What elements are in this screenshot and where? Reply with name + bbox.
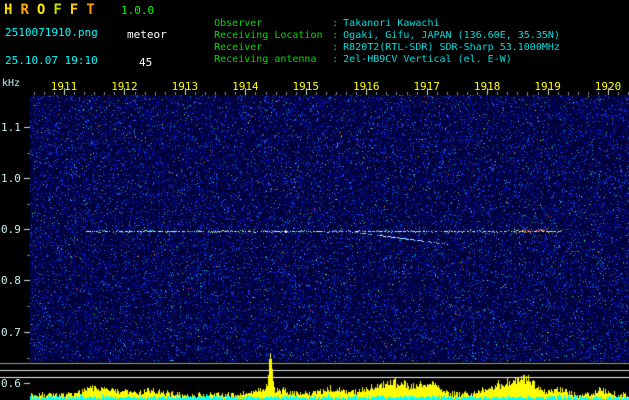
- time-label: 1917: [413, 80, 440, 93]
- echo-count: 45: [139, 56, 153, 69]
- app-title-letter: T: [86, 2, 95, 18]
- observation-datetime: 25.10.07 19:10: [5, 54, 98, 67]
- time-label: 1916: [353, 80, 380, 93]
- spectrogram-canvas: [0, 75, 629, 400]
- time-label: 1915: [292, 80, 320, 93]
- time-label: 1912: [111, 80, 138, 93]
- info-label: Receiving antenna: [214, 54, 317, 65]
- app-title-letter: R: [20, 2, 29, 18]
- app-title-letter: H: [4, 2, 13, 18]
- mode-label: meteor: [127, 28, 167, 41]
- time-label: 1914: [232, 80, 259, 93]
- freq-axis-unit: kHz: [2, 78, 21, 89]
- info-separator: :: [332, 54, 339, 65]
- app-title-letter: F: [69, 2, 79, 18]
- app-version: 1.0.0: [121, 4, 155, 17]
- output-filename: 2510071910.png: [5, 26, 98, 39]
- freq-label: 0.9: [1, 223, 21, 236]
- app-title-letter: O: [36, 2, 46, 18]
- freq-label: 0.7: [1, 326, 21, 339]
- info-row-receiving-antenna: Receiving antenna:2el-HB9CV Vertical (el…: [178, 43, 512, 76]
- time-label: 1919: [534, 80, 561, 93]
- time-label: 1911: [50, 80, 78, 93]
- time-label: 1920: [594, 80, 622, 93]
- app-title-letter: F: [53, 2, 62, 18]
- hrofft-window: HROFFT 1.0.0 2510071910.png meteor 25.10…: [0, 0, 629, 400]
- freq-label: 0.6: [1, 377, 21, 390]
- info-value: 2el-HB9CV Vertical (el. E-W): [343, 54, 512, 65]
- app-title: HROFFT: [4, 2, 103, 18]
- freq-label: 1.0: [1, 172, 21, 185]
- freq-label: 1.1: [1, 121, 21, 134]
- freq-label: 0.8: [1, 274, 21, 287]
- time-label: 1913: [171, 80, 199, 93]
- time-label: 1918: [473, 80, 501, 93]
